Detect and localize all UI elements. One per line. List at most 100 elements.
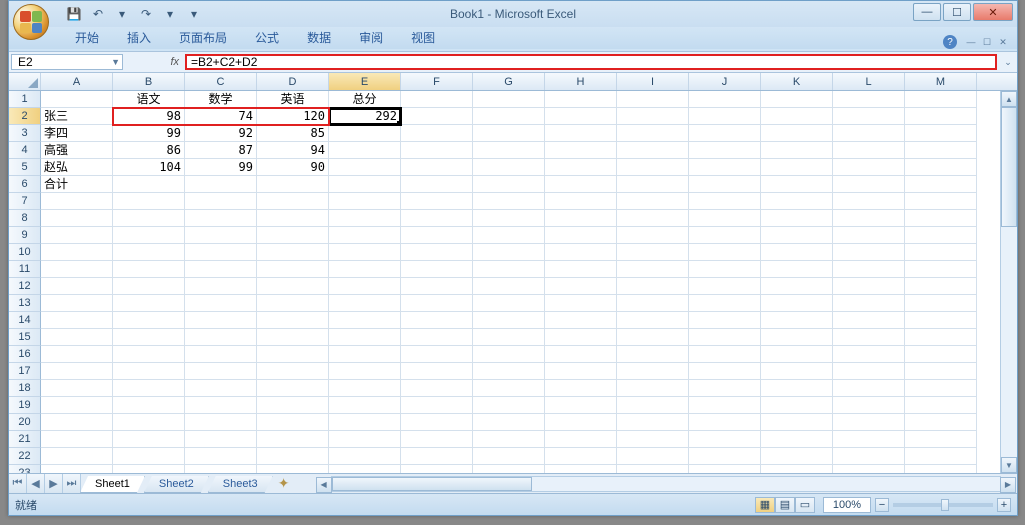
- cell-M13[interactable]: [905, 295, 977, 312]
- cell-J20[interactable]: [689, 414, 761, 431]
- help-icon[interactable]: ?: [943, 35, 957, 49]
- cell-J12[interactable]: [689, 278, 761, 295]
- cell-H21[interactable]: [545, 431, 617, 448]
- view-page-break-icon[interactable]: ▭: [795, 497, 815, 513]
- cell-C1[interactable]: 数学: [185, 91, 257, 108]
- sheet-tab-2[interactable]: Sheet2: [144, 476, 209, 493]
- row-header-15[interactable]: 15: [9, 329, 41, 346]
- cell-F1[interactable]: [401, 91, 473, 108]
- view-normal-icon[interactable]: ▦: [755, 497, 775, 513]
- cell-B1[interactable]: 语文: [113, 91, 185, 108]
- zoom-slider[interactable]: [893, 503, 993, 507]
- cell-G23[interactable]: [473, 465, 545, 473]
- col-header-A[interactable]: A: [41, 73, 113, 90]
- cell-K12[interactable]: [761, 278, 833, 295]
- cell-I15[interactable]: [617, 329, 689, 346]
- cell-F3[interactable]: [401, 125, 473, 142]
- cell-I2[interactable]: [617, 108, 689, 125]
- view-page-layout-icon[interactable]: ▤: [775, 497, 795, 513]
- row-header-18[interactable]: 18: [9, 380, 41, 397]
- cell-L4[interactable]: [833, 142, 905, 159]
- row-header-17[interactable]: 17: [9, 363, 41, 380]
- cell-A16[interactable]: [41, 346, 113, 363]
- cell-G2[interactable]: [473, 108, 545, 125]
- cell-K8[interactable]: [761, 210, 833, 227]
- horizontal-scrollbar[interactable]: ◀ ▶: [331, 476, 1001, 492]
- cell-J21[interactable]: [689, 431, 761, 448]
- cell-F7[interactable]: [401, 193, 473, 210]
- cell-G13[interactable]: [473, 295, 545, 312]
- row-header-10[interactable]: 10: [9, 244, 41, 261]
- cell-H4[interactable]: [545, 142, 617, 159]
- tab-review[interactable]: 审阅: [345, 26, 397, 49]
- cell-C11[interactable]: [185, 261, 257, 278]
- cell-H8[interactable]: [545, 210, 617, 227]
- cell-B3[interactable]: 99: [113, 125, 185, 142]
- cell-L7[interactable]: [833, 193, 905, 210]
- cell-I10[interactable]: [617, 244, 689, 261]
- cell-L18[interactable]: [833, 380, 905, 397]
- cell-B18[interactable]: [113, 380, 185, 397]
- cell-D15[interactable]: [257, 329, 329, 346]
- cell-E19[interactable]: [329, 397, 401, 414]
- cell-L11[interactable]: [833, 261, 905, 278]
- cell-M23[interactable]: [905, 465, 977, 473]
- cell-M8[interactable]: [905, 210, 977, 227]
- col-header-K[interactable]: K: [761, 73, 833, 90]
- cell-C4[interactable]: 87: [185, 142, 257, 159]
- cell-K2[interactable]: [761, 108, 833, 125]
- save-icon[interactable]: 💾: [65, 5, 83, 23]
- cell-J11[interactable]: [689, 261, 761, 278]
- cell-E22[interactable]: [329, 448, 401, 465]
- cell-F20[interactable]: [401, 414, 473, 431]
- cell-A22[interactable]: [41, 448, 113, 465]
- cell-A6[interactable]: 合计: [41, 176, 113, 193]
- cell-E12[interactable]: [329, 278, 401, 295]
- cell-J13[interactable]: [689, 295, 761, 312]
- cell-C14[interactable]: [185, 312, 257, 329]
- cell-B17[interactable]: [113, 363, 185, 380]
- cell-E17[interactable]: [329, 363, 401, 380]
- cell-A15[interactable]: [41, 329, 113, 346]
- cell-H19[interactable]: [545, 397, 617, 414]
- cell-D8[interactable]: [257, 210, 329, 227]
- cell-C12[interactable]: [185, 278, 257, 295]
- redo-icon[interactable]: ↷: [137, 5, 155, 23]
- cell-F11[interactable]: [401, 261, 473, 278]
- zoom-in-button[interactable]: +: [997, 498, 1011, 512]
- cell-G6[interactable]: [473, 176, 545, 193]
- cell-A8[interactable]: [41, 210, 113, 227]
- cell-G3[interactable]: [473, 125, 545, 142]
- cell-J16[interactable]: [689, 346, 761, 363]
- cell-A7[interactable]: [41, 193, 113, 210]
- cell-D4[interactable]: 94: [257, 142, 329, 159]
- cell-F4[interactable]: [401, 142, 473, 159]
- cell-I21[interactable]: [617, 431, 689, 448]
- cell-M12[interactable]: [905, 278, 977, 295]
- cell-D22[interactable]: [257, 448, 329, 465]
- cell-K10[interactable]: [761, 244, 833, 261]
- cell-I7[interactable]: [617, 193, 689, 210]
- cell-E21[interactable]: [329, 431, 401, 448]
- cell-H18[interactable]: [545, 380, 617, 397]
- cell-D12[interactable]: [257, 278, 329, 295]
- cell-J2[interactable]: [689, 108, 761, 125]
- cell-J5[interactable]: [689, 159, 761, 176]
- cell-K21[interactable]: [761, 431, 833, 448]
- cell-J19[interactable]: [689, 397, 761, 414]
- hscroll-right-icon[interactable]: ▶: [1000, 477, 1016, 493]
- cell-F23[interactable]: [401, 465, 473, 473]
- cell-D7[interactable]: [257, 193, 329, 210]
- cell-M11[interactable]: [905, 261, 977, 278]
- row-header-3[interactable]: 3: [9, 125, 41, 142]
- workbook-close-icon[interactable]: ✕: [997, 36, 1009, 48]
- cell-A11[interactable]: [41, 261, 113, 278]
- minimize-button[interactable]: —: [913, 3, 941, 21]
- cell-M20[interactable]: [905, 414, 977, 431]
- cell-G11[interactable]: [473, 261, 545, 278]
- cell-I3[interactable]: [617, 125, 689, 142]
- cell-E15[interactable]: [329, 329, 401, 346]
- sheet-nav-prev-icon[interactable]: ◀: [27, 474, 45, 493]
- cell-L23[interactable]: [833, 465, 905, 473]
- qat-customize-icon[interactable]: ▾: [185, 5, 203, 23]
